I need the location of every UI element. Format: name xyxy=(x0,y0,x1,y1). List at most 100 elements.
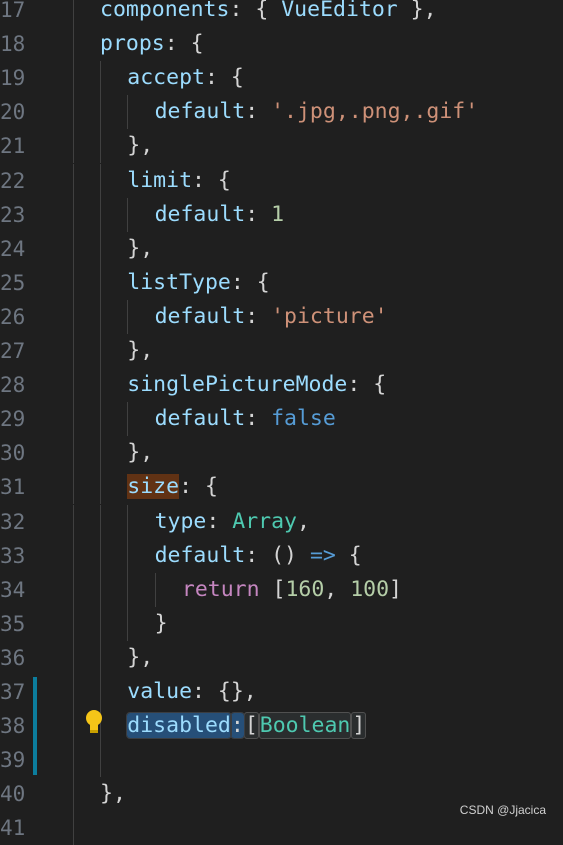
code-token: props xyxy=(100,31,165,57)
indent-guide xyxy=(100,368,101,403)
code-token: : xyxy=(245,303,272,329)
code-text: }, xyxy=(127,334,153,368)
code-line[interactable]: 17 components: { VueEditor }, xyxy=(0,0,563,27)
indent-guide xyxy=(127,504,129,539)
line-number: 31 xyxy=(0,475,26,500)
code-token: limit xyxy=(127,167,193,193)
line-number: 18 xyxy=(0,32,26,57)
line-number: 27 xyxy=(0,339,26,363)
code-token: type xyxy=(154,508,207,534)
code-token: [ xyxy=(243,712,259,740)
code-token: listType xyxy=(127,269,231,295)
code-token: }, xyxy=(127,644,154,670)
line-number: 21 xyxy=(0,134,26,159)
line-number: 38 xyxy=(0,714,26,739)
indent-guide xyxy=(73,95,74,130)
indent-guide xyxy=(100,163,101,198)
indent-guide xyxy=(100,743,101,778)
code-line[interactable]: 36}, xyxy=(0,640,563,675)
code-token: }, xyxy=(127,338,154,363)
indent-guide xyxy=(73,743,74,778)
code-line[interactable]: 23 default: 1 xyxy=(0,197,563,232)
code-token: disabled xyxy=(126,712,232,740)
code-line[interactable]: 24}, xyxy=(0,231,563,266)
code-token: }, xyxy=(397,0,437,22)
line-number: 29 xyxy=(0,407,26,432)
code-token: }, xyxy=(100,781,126,807)
code-text: }, xyxy=(127,641,153,675)
modified-lines-indicator[interactable] xyxy=(33,677,37,776)
code-text: default: false xyxy=(155,402,336,436)
watermark: CSDN @Jjacica xyxy=(459,803,546,817)
code-line[interactable]: 32 type: Array, xyxy=(0,504,563,539)
code-token: ] xyxy=(351,712,367,740)
code-line[interactable]: 20 default: '.jpg,.png,.gif' xyxy=(0,95,563,130)
indent-guide xyxy=(127,197,129,232)
code-token: default xyxy=(154,303,246,329)
line-number: 39 xyxy=(0,748,26,773)
code-line[interactable]: 37 value: {}, xyxy=(0,675,563,709)
code-token: : { xyxy=(164,31,204,57)
code-text: listType: { xyxy=(127,266,269,300)
code-token: : {}, xyxy=(192,679,257,704)
indent-guide xyxy=(73,436,74,471)
indent-guide xyxy=(73,572,74,607)
code-line[interactable]: 21}, xyxy=(0,129,563,164)
indent-guide xyxy=(73,334,74,368)
code-line[interactable]: 27}, xyxy=(0,334,563,368)
code-token: 160 xyxy=(285,576,325,602)
code-line[interactable]: 28 singlePictureMode: { xyxy=(0,368,563,403)
line-number: 36 xyxy=(0,645,26,670)
indent-guide xyxy=(100,504,101,539)
code-token: : { xyxy=(347,372,387,398)
code-line[interactable]: 35} xyxy=(0,606,563,641)
line-number: 22 xyxy=(0,168,26,193)
code-token: [ xyxy=(259,576,286,602)
code-line[interactable]: 22 limit: { xyxy=(0,163,563,198)
code-line[interactable]: 18 props: { xyxy=(0,27,563,62)
code-line[interactable]: 30}, xyxy=(0,436,563,471)
indent-guide xyxy=(100,197,101,232)
code-text: }, xyxy=(100,777,126,811)
lightbulb-icon[interactable] xyxy=(84,708,104,736)
line-number: 26 xyxy=(0,304,26,329)
indent-guide xyxy=(73,709,74,744)
line-number: 28 xyxy=(0,373,26,398)
indent-guide xyxy=(73,299,74,334)
code-token: : xyxy=(245,99,272,125)
code-line[interactable]: 26 default: 'picture' xyxy=(0,299,563,334)
line-number: 20 xyxy=(0,100,26,125)
indent-guide xyxy=(73,811,74,845)
code-line[interactable]: 29 default: false xyxy=(0,402,563,437)
code-token: VueEditor xyxy=(281,0,398,22)
code-token: Boolean xyxy=(258,712,352,740)
code-line[interactable]: 19 accept: { xyxy=(0,61,563,96)
indent-guide xyxy=(73,470,74,505)
code-token: , xyxy=(297,508,310,534)
code-token: default xyxy=(154,99,246,125)
indent-guide xyxy=(127,572,129,607)
indent-guide xyxy=(100,61,101,96)
indent-guide xyxy=(73,675,74,709)
code-line[interactable]: 34 return [160, 100] xyxy=(0,572,563,607)
indent-guide xyxy=(100,95,101,130)
code-token: : xyxy=(206,508,233,534)
indent-guide xyxy=(73,27,74,62)
code-editor[interactable]: 17 components: { VueEditor }, 18 props: {19… xyxy=(0,0,563,845)
line-number: 35 xyxy=(0,611,26,636)
code-text: size: { xyxy=(127,470,218,504)
code-token: : { xyxy=(179,474,218,500)
code-line[interactable]: 39 xyxy=(0,743,563,778)
indent-guide xyxy=(127,538,129,573)
code-text: singlePictureMode: { xyxy=(127,368,386,402)
code-line[interactable]: 25 listType: { xyxy=(0,265,563,300)
indent-guide xyxy=(73,61,74,96)
code-token: default xyxy=(154,542,246,568)
code-token: default xyxy=(154,201,246,227)
code-line[interactable]: 33 default: () => { xyxy=(0,538,563,573)
code-token: { xyxy=(335,542,362,568)
code-line[interactable]: 31 size: { xyxy=(0,470,563,505)
code-token: 'picture' xyxy=(271,303,388,329)
code-token: accept xyxy=(127,65,205,91)
code-text: }, xyxy=(127,232,153,266)
